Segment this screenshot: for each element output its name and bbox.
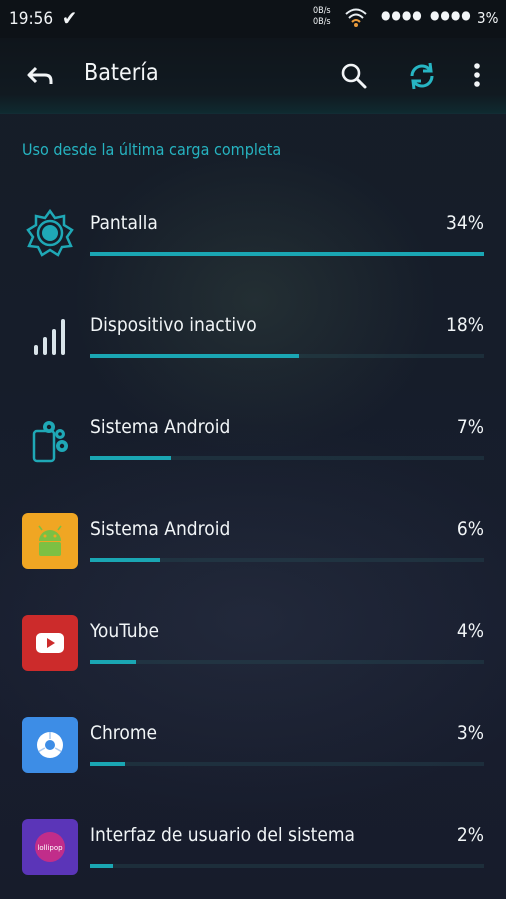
more-vert-icon[interactable]	[468, 60, 486, 92]
usage-bar-fill	[90, 660, 137, 664]
android-system-gear-icon	[32, 421, 68, 463]
item-percent: 34%	[446, 212, 484, 234]
refresh-icon[interactable]	[406, 60, 438, 92]
net-up-label: 0B/s	[313, 6, 331, 16]
brightness-icon	[26, 208, 74, 257]
usage-bar	[90, 558, 484, 562]
chrome-icon	[22, 717, 78, 773]
usage-item-idle[interactable]: Dispositivo inactivo 18%	[0, 295, 506, 397]
android-app-icon	[22, 513, 78, 569]
item-percent: 7%	[456, 416, 484, 438]
wifi-icon	[345, 8, 367, 27]
section-header: Uso desde la última carga completa	[22, 140, 282, 159]
network-speed: 0B/s 0B/s	[313, 6, 331, 28]
net-down-label: 0B/s	[313, 17, 331, 27]
item-percent: 3%	[456, 722, 484, 744]
system-ui-lollipop-icon: lollipop	[22, 819, 78, 875]
usage-item-chrome[interactable]: Chrome 3%	[0, 703, 506, 805]
usage-bar-fill	[90, 252, 484, 256]
usage-bar	[90, 252, 484, 256]
item-name: Dispositivo inactivo	[90, 314, 257, 336]
app-toolbar: Batería	[0, 38, 506, 114]
item-percent: 6%	[456, 518, 484, 540]
item-name: YouTube	[90, 620, 159, 642]
svg-text:lollipop: lollipop	[37, 844, 63, 852]
page-title: Batería	[84, 60, 159, 86]
usage-item-youtube[interactable]: YouTube 4%	[0, 601, 506, 703]
status-bar: 19:56 ✔ 0B/s 0B/s ●●●● ●●●● 3%	[0, 0, 506, 38]
usage-bar-fill	[90, 864, 114, 868]
item-name: Interfaz de usuario del sistema	[90, 824, 355, 846]
usage-bar	[90, 354, 484, 358]
check-icon: ✔	[62, 6, 78, 30]
usage-bar	[90, 864, 484, 868]
item-percent: 4%	[456, 620, 484, 642]
search-icon[interactable]	[340, 62, 368, 90]
item-name: Chrome	[90, 722, 158, 744]
usage-bar-fill	[90, 456, 172, 460]
youtube-icon	[22, 615, 78, 671]
usage-bar	[90, 762, 484, 766]
back-arrow-icon[interactable]	[24, 60, 56, 92]
usage-item-screen[interactable]: Pantalla 34%	[0, 193, 506, 295]
item-percent: 18%	[446, 314, 484, 336]
usage-bar-fill	[90, 558, 160, 562]
signal-sim2-icon: ●●●●	[430, 8, 472, 22]
item-name: Sistema Android	[90, 518, 231, 540]
usage-bar-fill	[90, 354, 299, 358]
signal-sim1-icon: ●●●●	[381, 8, 423, 22]
item-name: Sistema Android	[90, 416, 231, 438]
usage-item-android-app[interactable]: Sistema Android 6%	[0, 499, 506, 601]
status-time: 19:56	[9, 9, 54, 29]
usage-bar	[90, 456, 484, 460]
signal-bars-icon	[34, 319, 65, 355]
battery-screen: 19:56 ✔ 0B/s 0B/s ●●●● ●●●● 3% Batería U…	[0, 0, 506, 899]
usage-bar	[90, 660, 484, 664]
item-percent: 2%	[456, 824, 484, 846]
usage-bar-fill	[90, 762, 125, 766]
usage-item-system-ui[interactable]: lollipop Interfaz de usuario del sistema…	[0, 805, 506, 899]
item-name: Pantalla	[90, 212, 158, 234]
usage-item-android-system[interactable]: Sistema Android 7%	[0, 397, 506, 499]
battery-level: 3%	[477, 9, 499, 27]
